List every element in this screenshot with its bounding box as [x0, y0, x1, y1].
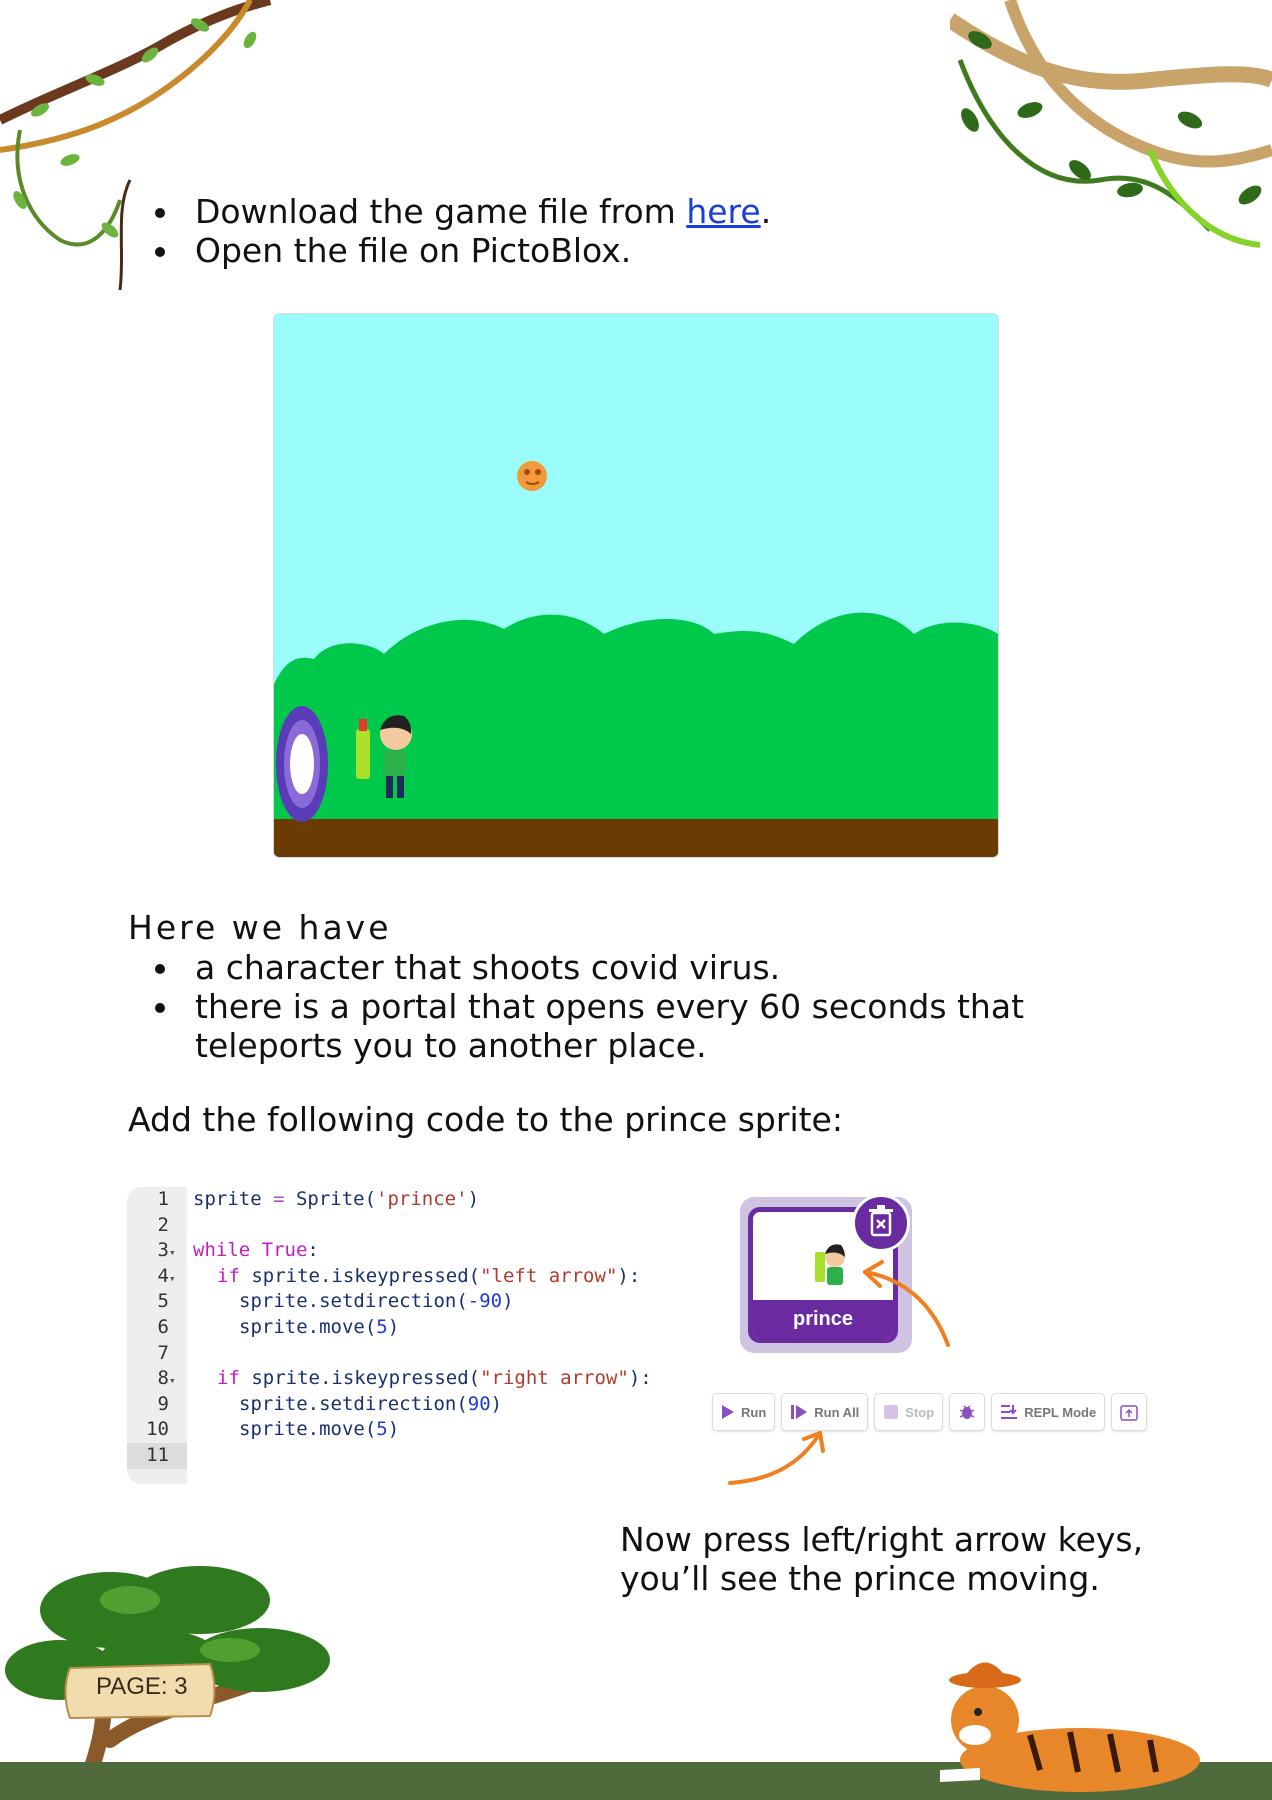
- upload-icon: [1120, 1405, 1138, 1421]
- debug-button[interactable]: [949, 1393, 986, 1431]
- trash-icon[interactable]: [852, 1194, 910, 1252]
- fold-arrow-icon: ▾: [169, 1271, 176, 1285]
- code-line: 8▾ if sprite.iskeypressed("right arrow"):: [127, 1366, 652, 1392]
- code-line: 9 sprite.setdirection(90): [157, 1392, 503, 1415]
- section-heading: Here we have: [128, 908, 392, 947]
- run-all-icon: [791, 1405, 808, 1419]
- portal-sprite: [276, 706, 328, 822]
- game-stage: [273, 313, 999, 858]
- intro-list: Download the game file from here. Open t…: [155, 192, 771, 270]
- page-number: PAGE: 3: [96, 1673, 188, 1700]
- code-line: 2: [157, 1213, 169, 1236]
- list-item: a character that shoots covid virus.: [155, 948, 1155, 987]
- download-text: Download the game file from: [195, 192, 687, 231]
- bug-icon: [959, 1405, 975, 1419]
- repl-label: REPL Mode: [1024, 1404, 1097, 1420]
- stop-label: Stop: [905, 1404, 935, 1420]
- download-link[interactable]: here: [686, 192, 760, 231]
- fold-arrow-icon: ▾: [169, 1246, 176, 1260]
- repl-mode-button[interactable]: REPL Mode: [991, 1393, 1106, 1431]
- instruction-text: Now press left/right arrow keys, you’ll …: [620, 1520, 1144, 1598]
- list-item: Download the game file from here.: [155, 192, 771, 231]
- code-line: 10 sprite.move(5): [146, 1418, 400, 1441]
- fact-text: there is a portal that opens every 60 se…: [195, 987, 1025, 1065]
- code-line-active: 11: [127, 1443, 187, 1469]
- add-code-instruction: Add the following code to the prince spr…: [128, 1100, 843, 1139]
- open-file-text: Open the file on PictoBlox.: [195, 231, 632, 270]
- repl-icon: [1001, 1405, 1018, 1419]
- vine-decoration-top-right: [950, 0, 1272, 248]
- game-scene: [274, 314, 998, 857]
- play-icon: [722, 1405, 734, 1419]
- code-line: 1 sprite = Sprite('prince'): [157, 1188, 480, 1210]
- list-item: there is a portal that opens every 60 se…: [155, 987, 1155, 1065]
- fact-text: a character that shoots covid virus.: [195, 948, 781, 987]
- virus-sprite: [517, 461, 547, 491]
- run-all-label: Run All: [814, 1404, 860, 1420]
- stop-icon: [884, 1405, 899, 1419]
- code-line: 6 sprite.move(5): [157, 1316, 400, 1338]
- code-line: 4▾ if sprite.iskeypressed("left arrow"):: [127, 1264, 641, 1290]
- code-editor[interactable]: 1 sprite = Sprite('prince') 2 3▾ while Tru…: [127, 1187, 662, 1484]
- code-line: 3▾ while True:: [127, 1238, 319, 1264]
- tiger-decoration: [940, 1662, 1200, 1792]
- stop-button[interactable]: Stop: [874, 1393, 944, 1431]
- code-line: 7: [157, 1341, 169, 1364]
- code-line: 5 sprite.setdirection(-90): [157, 1290, 514, 1313]
- upload-button[interactable]: [1111, 1393, 1148, 1431]
- arrow-to-sprite-icon: [863, 1260, 950, 1347]
- facts-list: a character that shoots covid virus. the…: [155, 948, 1155, 1065]
- list-item: Open the file on PictoBlox.: [155, 231, 771, 270]
- run-label: Run: [741, 1404, 767, 1420]
- arrow-to-run-all-icon: [728, 1431, 825, 1485]
- download-text-end: .: [760, 192, 772, 231]
- fold-arrow-icon: ▾: [169, 1374, 176, 1388]
